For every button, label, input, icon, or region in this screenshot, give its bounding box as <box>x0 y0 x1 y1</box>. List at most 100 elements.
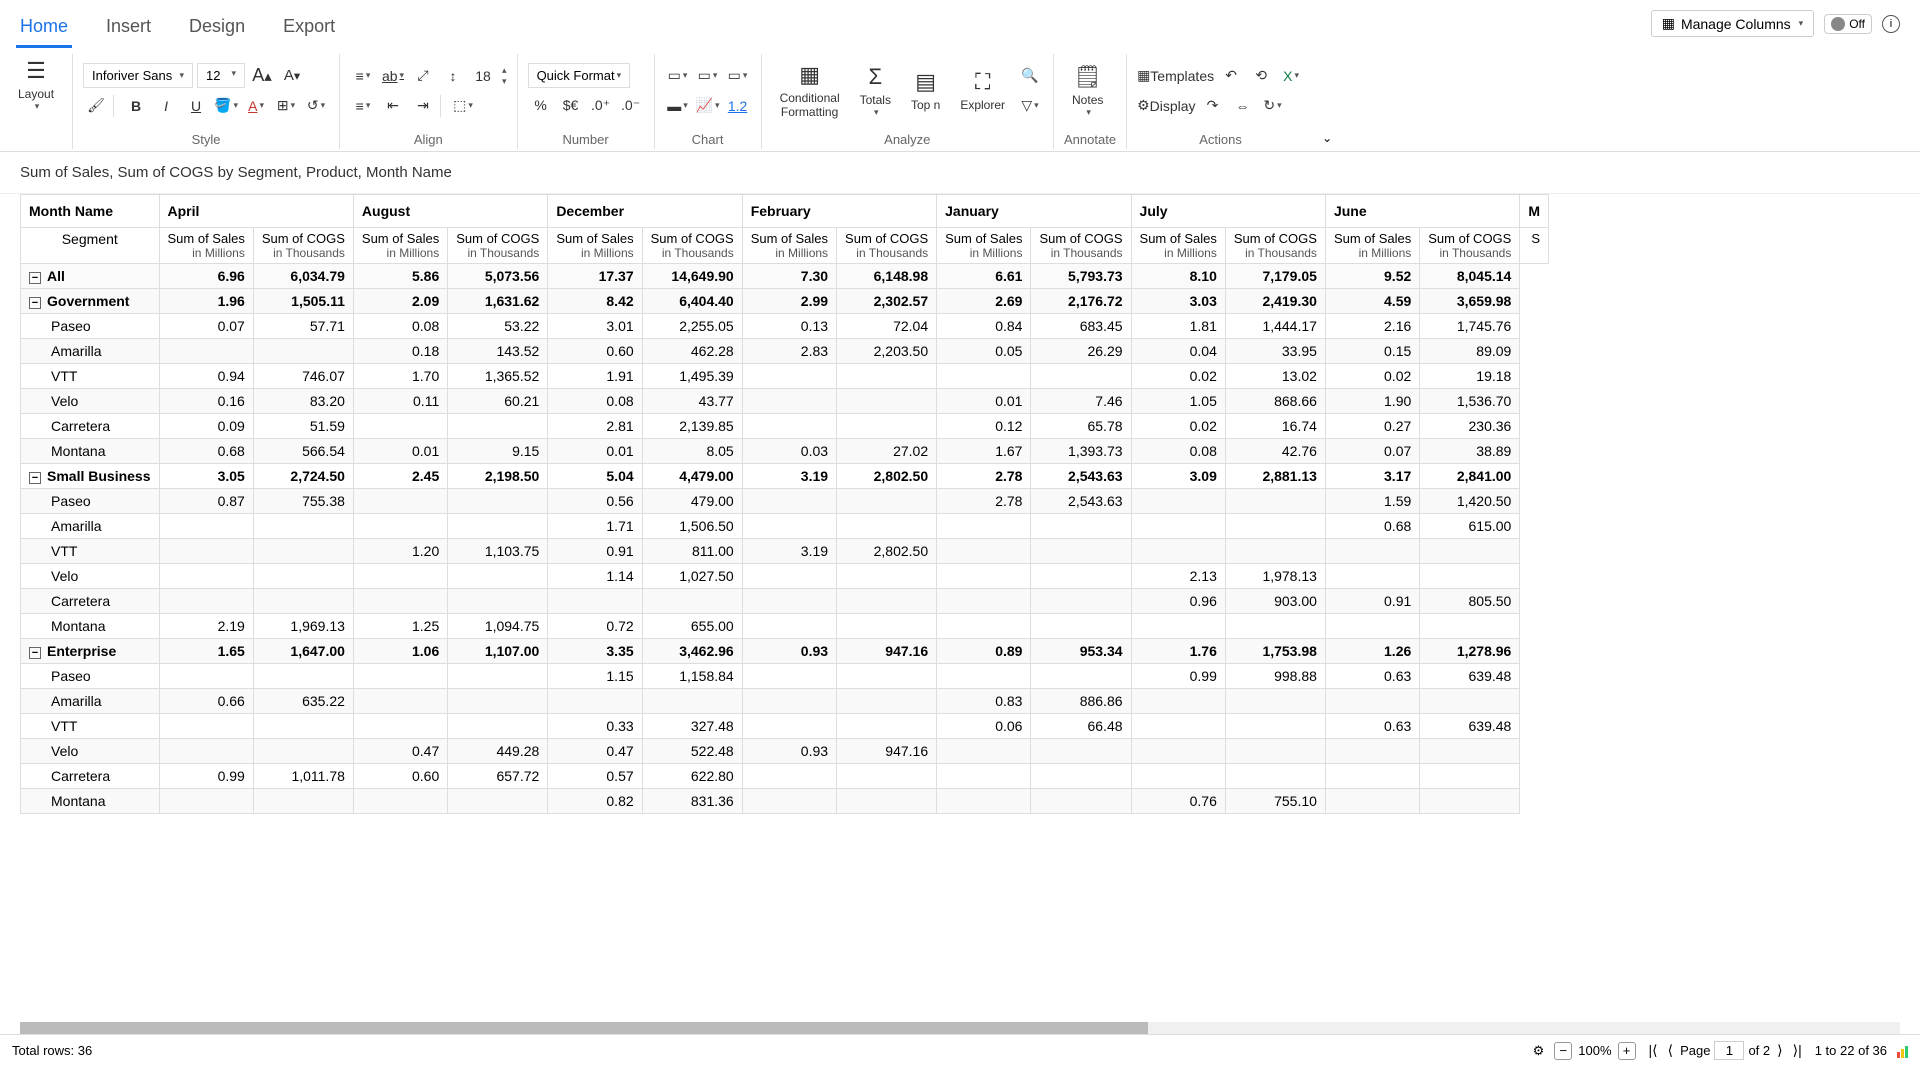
collapse-icon[interactable]: − <box>29 297 41 309</box>
data-cell[interactable] <box>353 513 447 538</box>
data-cell[interactable]: 953.34 <box>1031 638 1131 663</box>
data-cell[interactable]: 1,094.75 <box>448 613 548 638</box>
data-cell[interactable]: 0.03 <box>742 438 836 463</box>
data-cell[interactable]: 811.00 <box>642 538 742 563</box>
data-cell[interactable]: 1.65 <box>159 638 253 663</box>
data-cell[interactable]: 1.71 <box>548 513 642 538</box>
data-cell[interactable] <box>937 363 1031 388</box>
row-label[interactable]: VTT <box>21 363 160 388</box>
data-cell[interactable]: 2.16 <box>1325 313 1419 338</box>
autofit-button[interactable]: ⇔ <box>1230 93 1256 119</box>
data-cell[interactable]: 3.01 <box>548 313 642 338</box>
data-cell[interactable]: 2.81 <box>548 413 642 438</box>
page-input[interactable] <box>1714 1041 1744 1060</box>
data-cell[interactable]: 0.56 <box>548 488 642 513</box>
data-cell[interactable]: 5,793.73 <box>1031 263 1131 288</box>
data-cell[interactable] <box>1325 538 1419 563</box>
chart-type-3-button[interactable]: ▭▾ <box>725 63 751 89</box>
settings-icon[interactable]: ⚙ <box>1533 1043 1545 1059</box>
data-cell[interactable]: 7.30 <box>742 263 836 288</box>
table-row[interactable]: −Enterprise1.651,647.001.061,107.003.353… <box>21 638 1549 663</box>
data-cell[interactable]: 1.59 <box>1325 488 1419 513</box>
data-cell[interactable]: 2.78 <box>937 488 1031 513</box>
data-cell[interactable]: 0.07 <box>159 313 253 338</box>
data-cell[interactable] <box>448 413 548 438</box>
data-cell[interactable] <box>159 788 253 813</box>
font-size-select[interactable]: 12 ▾ <box>197 63 245 88</box>
data-cell[interactable]: 0.08 <box>353 313 447 338</box>
table-row[interactable]: Amarilla1.711,506.500.68615.00 <box>21 513 1549 538</box>
sales-header[interactable]: Sum of Salesin Millions <box>742 227 836 263</box>
data-cell[interactable] <box>1225 613 1325 638</box>
table-row[interactable]: Montana0.82831.360.76755.10 <box>21 788 1549 813</box>
data-cell[interactable] <box>1031 363 1131 388</box>
data-cell[interactable] <box>1325 563 1419 588</box>
data-cell[interactable] <box>1420 738 1520 763</box>
sales-header[interactable]: Sum of Salesin Millions <box>159 227 253 263</box>
data-cell[interactable]: 0.08 <box>548 388 642 413</box>
data-cell[interactable]: 2,724.50 <box>253 463 353 488</box>
increase-decimal-button[interactable]: .0⁺ <box>588 92 614 118</box>
data-cell[interactable] <box>1031 613 1131 638</box>
underline-button[interactable]: U <box>183 93 209 119</box>
data-cell[interactable]: 1.25 <box>353 613 447 638</box>
month-header[interactable]: June <box>1325 194 1519 227</box>
data-cell[interactable]: 6,034.79 <box>253 263 353 288</box>
cogs-header[interactable]: Sum of COGSin Thousands <box>837 227 937 263</box>
data-cell[interactable]: 51.59 <box>253 413 353 438</box>
sales-header[interactable]: Sum of Salesin Millions <box>1325 227 1419 263</box>
bars-icon[interactable] <box>1897 1044 1908 1058</box>
data-cell[interactable]: 9.52 <box>1325 263 1419 288</box>
row-label[interactable]: Montana <box>21 788 160 813</box>
data-cell[interactable] <box>1325 738 1419 763</box>
data-cell[interactable]: 0.07 <box>1325 438 1419 463</box>
table-row[interactable]: VTT0.94746.071.701,365.521.911,495.390.0… <box>21 363 1549 388</box>
data-cell[interactable] <box>1031 738 1131 763</box>
data-cell[interactable]: 1.76 <box>1131 638 1225 663</box>
data-cell[interactable] <box>1225 513 1325 538</box>
data-cell[interactable]: 0.68 <box>1325 513 1419 538</box>
data-cell[interactable]: 0.33 <box>548 713 642 738</box>
data-cell[interactable] <box>448 513 548 538</box>
data-cell[interactable]: 522.48 <box>642 738 742 763</box>
align-left-button[interactable]: ≡▾ <box>350 93 376 119</box>
scrollbar-thumb[interactable] <box>20 1022 1148 1034</box>
bold-button[interactable]: B <box>123 93 149 119</box>
row-label[interactable]: Carretera <box>21 413 160 438</box>
data-cell[interactable]: 27.02 <box>837 438 937 463</box>
sparkline-button[interactable]: 📈▾ <box>695 93 721 119</box>
sales-header[interactable]: Sum of Salesin Millions <box>548 227 642 263</box>
row-label[interactable]: Carretera <box>21 763 160 788</box>
data-cell[interactable]: 230.36 <box>1420 413 1520 438</box>
data-cell[interactable] <box>1225 738 1325 763</box>
data-cell[interactable]: 2,802.50 <box>837 463 937 488</box>
data-cell[interactable] <box>837 713 937 738</box>
data-cell[interactable] <box>253 788 353 813</box>
cogs-header[interactable]: Sum of COGSin Thousands <box>642 227 742 263</box>
data-cell[interactable] <box>448 663 548 688</box>
data-cell[interactable] <box>448 488 548 513</box>
data-cell[interactable]: 1.91 <box>548 363 642 388</box>
data-cell[interactable] <box>1131 488 1225 513</box>
data-cell[interactable] <box>837 363 937 388</box>
data-cell[interactable]: 1.14 <box>548 563 642 588</box>
data-cell[interactable]: 2.13 <box>1131 563 1225 588</box>
fill-color-button[interactable]: 🪣▾ <box>213 93 239 119</box>
data-cell[interactable]: 2,203.50 <box>837 338 937 363</box>
data-cell[interactable]: 449.28 <box>448 738 548 763</box>
data-cell[interactable]: 0.05 <box>937 338 1031 363</box>
data-cell[interactable] <box>937 563 1031 588</box>
data-cell[interactable] <box>837 513 937 538</box>
conditional-formatting-button[interactable]: ▦ Conditional Formatting <box>772 58 848 124</box>
tab-insert[interactable]: Insert <box>102 8 155 48</box>
data-cell[interactable]: 2,419.30 <box>1225 288 1325 313</box>
data-cell[interactable]: 19.18 <box>1420 363 1520 388</box>
data-cell[interactable] <box>253 663 353 688</box>
data-cell[interactable] <box>159 513 253 538</box>
data-cell[interactable] <box>1420 563 1520 588</box>
data-cell[interactable] <box>353 413 447 438</box>
data-cell[interactable]: 0.91 <box>548 538 642 563</box>
data-cell[interactable]: 2,302.57 <box>837 288 937 313</box>
data-cell[interactable] <box>448 688 548 713</box>
table-row[interactable]: Montana2.191,969.131.251,094.750.72655.0… <box>21 613 1549 638</box>
